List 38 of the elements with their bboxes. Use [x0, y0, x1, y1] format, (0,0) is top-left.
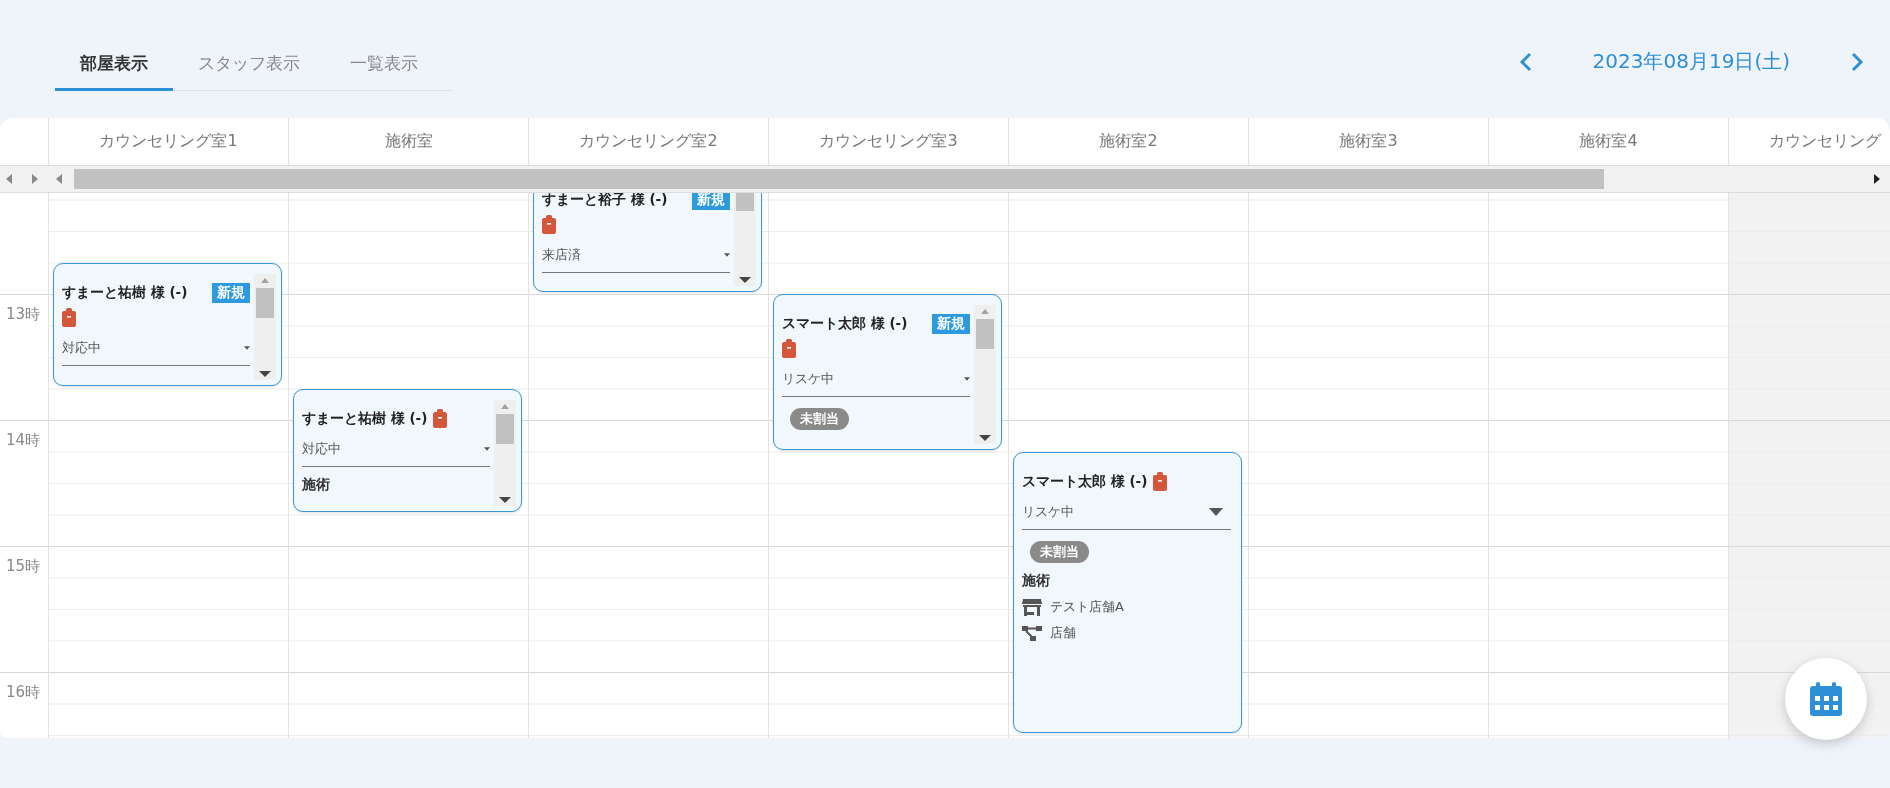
status-select[interactable]: 来店済 [542, 238, 730, 273]
room-header: 施術室 [384, 131, 433, 152]
status-select[interactable]: リスケ中 [1022, 495, 1231, 530]
hour-label: 16時 [6, 683, 41, 701]
status-select[interactable]: 対応中 [302, 432, 490, 467]
room-header: カウンセリング室1 [99, 131, 238, 152]
customer-name: すまーと裕子 様 (-) [542, 193, 668, 209]
appointment-card[interactable]: すまーと祐樹 様 (-) 新規 対応中 [53, 263, 282, 386]
customer-name: すまーと祐樹 様 (-) [302, 409, 428, 428]
customer-name: スマート太郎 様 (-) [1022, 472, 1148, 491]
hour-label: 13時 [6, 305, 41, 323]
room-header: 施術室3 [1339, 131, 1398, 152]
room-header: カウンセリング室2 [579, 131, 718, 152]
hour-label: 15時 [6, 557, 41, 575]
menu-label: 施術 [302, 476, 331, 494]
menu-label: 施術 [1022, 572, 1051, 590]
status-select[interactable]: リスケ中 [782, 362, 970, 397]
category-name: 店舗 [1050, 624, 1076, 642]
appointment-card[interactable]: スマート太郎 様 (-) リスケ中 未割当 施術 テスト店舗A 店舗 [1013, 452, 1242, 733]
room-header: 施術室4 [1579, 131, 1638, 152]
customer-name: すまーと祐樹 様 (-) [62, 284, 188, 302]
appointment-card[interactable]: すまーと裕子 様 (-) 新規 来店済 [533, 193, 762, 292]
customer-name: スマート太郎 様 (-) [782, 315, 908, 333]
current-date: 2023年08月19日(土) [1592, 48, 1790, 75]
room-header: 施術室2 [1099, 131, 1158, 152]
new-badge: 新規 [692, 193, 730, 210]
appointment-card[interactable]: スマート太郎 様 (-) 新規 リスケ中 未割当 [773, 294, 1002, 450]
appointment-card[interactable]: すまーと祐樹 様 (-) 対応中 施術 [293, 389, 522, 512]
status-select[interactable]: 対応中 [62, 331, 250, 366]
unassigned-badge: 未割当 [1030, 541, 1089, 563]
view-tab[interactable]: 部屋表示 [55, 38, 173, 91]
hour-label: 14時 [6, 431, 41, 449]
room-header: カウンセリング [1769, 131, 1881, 152]
unassigned-badge: 未割当 [790, 408, 849, 430]
new-badge: 新規 [212, 283, 250, 303]
store-name: テスト店舗A [1050, 598, 1124, 616]
new-badge: 新規 [932, 314, 970, 334]
room-header: カウンセリング室3 [819, 131, 958, 152]
